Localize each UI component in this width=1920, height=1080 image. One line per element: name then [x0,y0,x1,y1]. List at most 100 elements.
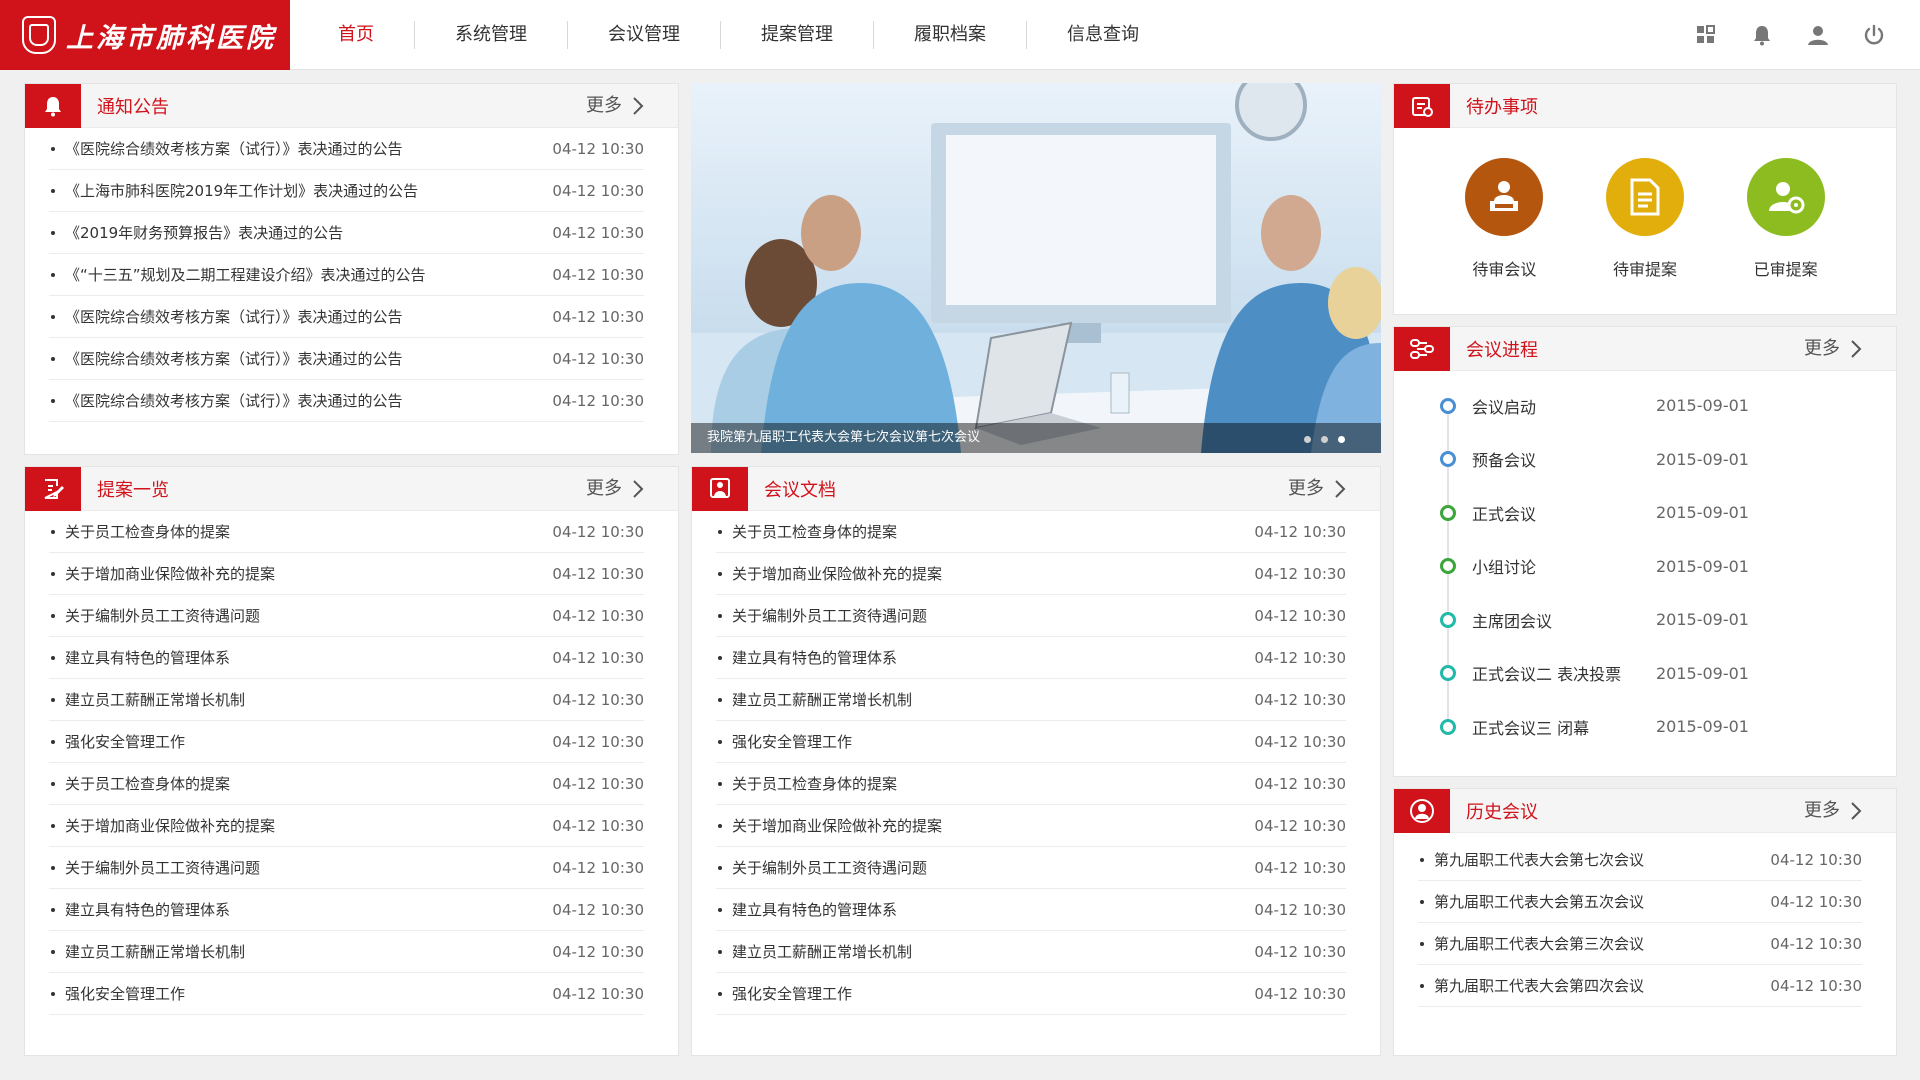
timeline-item[interactable]: 会议启动 2015-09-01 [1394,379,1896,433]
carousel-dot[interactable] [1321,436,1328,443]
nav-duty-archive[interactable]: 履职档案 [874,21,1027,49]
list-item[interactable]: 第九届职工代表大会第五次会议 04-12 10:30 [1418,881,1862,923]
list-item[interactable]: 《医院综合绩效考核方案（试行）》表决通过的公告 04-12 10:30 [49,128,644,170]
list-item[interactable]: 强化安全管理工作 04-12 10:30 [49,721,644,763]
item-title[interactable]: 关于编制外员工工资待遇问题 [732,857,927,878]
list-item[interactable]: 关于员工检查身体的提案 04-12 10:30 [49,511,644,553]
list-item[interactable]: 建立具有特色的管理体系 04-12 10:30 [716,889,1346,931]
item-title[interactable]: 关于员工检查身体的提案 [65,521,230,542]
item-title[interactable]: 关于增加商业保险做补充的提案 [732,563,942,584]
item-title[interactable]: 关于编制外员工工资待遇问题 [732,605,927,626]
nav-proposal-management[interactable]: 提案管理 [721,21,874,49]
list-item[interactable]: 第九届职工代表大会第四次会议 04-12 10:30 [1418,965,1862,1007]
list-item[interactable]: 关于增加商业保险做补充的提案 04-12 10:30 [49,805,644,847]
list-item[interactable]: 第九届职工代表大会第七次会议 04-12 10:30 [1418,839,1862,881]
item-title[interactable]: 关于增加商业保险做补充的提案 [65,815,275,836]
item-title[interactable]: 《医院综合绩效考核方案（试行）》表决通过的公告 [65,138,403,159]
news-carousel[interactable]: 我院第九届职工代表大会第七次会议第七次会议 [691,83,1381,453]
grid-icon[interactable] [1678,0,1734,70]
list-item[interactable]: 关于编制外员工工资待遇问题 04-12 10:30 [716,595,1346,637]
user-icon[interactable] [1790,0,1846,70]
item-title[interactable]: 强化安全管理工作 [732,731,852,752]
nav-system-management[interactable]: 系统管理 [415,21,568,49]
carousel-caption[interactable]: 我院第九届职工代表大会第七次会议第七次会议 [691,423,1381,453]
item-title[interactable]: 关于员工检查身体的提案 [65,773,230,794]
item-title[interactable]: 建立员工薪酬正常增长机制 [65,941,245,962]
bell-icon[interactable] [1734,0,1790,70]
list-item[interactable]: 关于增加商业保险做补充的提案 04-12 10:30 [716,805,1346,847]
todo-reviewed-proposals[interactable]: 已审提案 [1731,158,1841,280]
timeline-item[interactable]: 主席团会议 2015-09-01 [1394,593,1896,647]
item-title[interactable]: 《医院综合绩效考核方案（试行）》表决通过的公告 [65,348,403,369]
list-item[interactable]: 关于员工检查身体的提案 04-12 10:30 [49,763,644,805]
list-item[interactable]: 《2019年财务预算报告》表决通过的公告 04-12 10:30 [49,212,644,254]
nav-meeting-management[interactable]: 会议管理 [568,21,721,49]
nav-home[interactable]: 首页 [298,21,415,49]
item-title[interactable]: 关于增加商业保险做补充的提案 [65,563,275,584]
item-title[interactable]: 关于员工检查身体的提案 [732,521,897,542]
list-item[interactable]: 建立具有特色的管理体系 04-12 10:30 [716,637,1346,679]
item-title[interactable]: 关于增加商业保险做补充的提案 [732,815,942,836]
carousel-dot[interactable] [1304,436,1311,443]
documents-more-link[interactable]: 更多 [1288,467,1346,511]
notice-more-link[interactable]: 更多 [586,84,644,128]
list-item[interactable]: 建立员工薪酬正常增长机制 04-12 10:30 [49,679,644,721]
item-title[interactable]: 第九届职工代表大会第三次会议 [1434,933,1644,954]
proposals-more-link[interactable]: 更多 [586,467,644,511]
list-item[interactable]: 《医院综合绩效考核方案（试行）》表决通过的公告 04-12 10:30 [49,296,644,338]
list-item[interactable]: 《“十三五”规划及二期工程建设介绍》表决通过的公告 04-12 10:30 [49,254,644,296]
list-item[interactable]: 强化安全管理工作 04-12 10:30 [49,973,644,1015]
item-title[interactable]: 强化安全管理工作 [65,983,185,1004]
item-title[interactable]: 建立具有特色的管理体系 [732,647,897,668]
timeline-item[interactable]: 正式会议三 闭幕 2015-09-01 [1394,700,1896,754]
item-title[interactable]: 关于员工检查身体的提案 [732,773,897,794]
list-item[interactable]: 关于增加商业保险做补充的提案 04-12 10:30 [716,553,1346,595]
item-title[interactable]: 《上海市肺科医院2019年工作计划》表决通过的公告 [65,180,418,201]
list-item[interactable]: 《医院综合绩效考核方案（试行）》表决通过的公告 04-12 10:30 [49,338,644,380]
nav-info-query[interactable]: 信息查询 [1027,21,1179,49]
item-title[interactable]: 关于编制外员工工资待遇问题 [65,605,260,626]
todo-pending-meetings[interactable]: 待审会议 [1449,158,1559,280]
list-item[interactable]: 建立员工薪酬正常增长机制 04-12 10:30 [716,931,1346,973]
progress-more-link[interactable]: 更多 [1804,327,1862,371]
item-title[interactable]: 建立员工薪酬正常增长机制 [65,689,245,710]
item-title[interactable]: 《医院综合绩效考核方案（试行）》表决通过的公告 [65,390,403,411]
list-item[interactable]: 《上海市肺科医院2019年工作计划》表决通过的公告 04-12 10:30 [49,170,644,212]
item-title[interactable]: 建立具有特色的管理体系 [732,899,897,920]
item-title[interactable]: 建立员工薪酬正常增长机制 [732,689,912,710]
item-title[interactable]: 第九届职工代表大会第四次会议 [1434,975,1644,996]
list-item[interactable]: 关于员工检查身体的提案 04-12 10:30 [716,763,1346,805]
item-title[interactable]: 《医院综合绩效考核方案（试行）》表决通过的公告 [65,306,403,327]
list-item[interactable]: 建立员工薪酬正常增长机制 04-12 10:30 [716,679,1346,721]
timeline-item[interactable]: 预备会议 2015-09-01 [1394,433,1896,487]
timeline-item[interactable]: 小组讨论 2015-09-01 [1394,540,1896,594]
item-title[interactable]: 强化安全管理工作 [732,983,852,1004]
list-item[interactable]: 关于员工检查身体的提案 04-12 10:30 [716,511,1346,553]
list-item[interactable]: 关于编制外员工工资待遇问题 04-12 10:30 [716,847,1346,889]
list-item[interactable]: 建立具有特色的管理体系 04-12 10:30 [49,637,644,679]
list-item[interactable]: 第九届职工代表大会第三次会议 04-12 10:30 [1418,923,1862,965]
item-title[interactable]: 关于编制外员工工资待遇问题 [65,857,260,878]
todo-pending-proposals[interactable]: 待审提案 [1590,158,1700,280]
list-item[interactable]: 关于编制外员工工资待遇问题 04-12 10:30 [49,595,644,637]
item-title[interactable]: 《“十三五”规划及二期工程建设介绍》表决通过的公告 [65,264,426,285]
item-title[interactable]: 第九届职工代表大会第七次会议 [1434,849,1644,870]
timeline-item[interactable]: 正式会议二 表决投票 2015-09-01 [1394,647,1896,701]
carousel-dot[interactable] [1338,436,1345,443]
list-item[interactable]: 《医院综合绩效考核方案（试行）》表决通过的公告 04-12 10:30 [49,380,644,422]
timeline-item[interactable]: 正式会议 2015-09-01 [1394,486,1896,540]
list-item[interactable]: 关于增加商业保险做补充的提案 04-12 10:30 [49,553,644,595]
item-title[interactable]: 第九届职工代表大会第五次会议 [1434,891,1644,912]
list-item[interactable]: 强化安全管理工作 04-12 10:30 [716,973,1346,1015]
list-item[interactable]: 建立员工薪酬正常增长机制 04-12 10:30 [49,931,644,973]
history-more-link[interactable]: 更多 [1804,789,1862,833]
hospital-logo[interactable]: 上海市肺科医院 [0,0,290,70]
list-item[interactable]: 关于编制外员工工资待遇问题 04-12 10:30 [49,847,644,889]
item-title[interactable]: 《2019年财务预算报告》表决通过的公告 [65,222,343,243]
list-item[interactable]: 强化安全管理工作 04-12 10:30 [716,721,1346,763]
item-title[interactable]: 强化安全管理工作 [65,731,185,752]
power-icon[interactable] [1846,0,1902,70]
item-title[interactable]: 建立具有特色的管理体系 [65,899,230,920]
item-title[interactable]: 建立员工薪酬正常增长机制 [732,941,912,962]
list-item[interactable]: 建立具有特色的管理体系 04-12 10:30 [49,889,644,931]
